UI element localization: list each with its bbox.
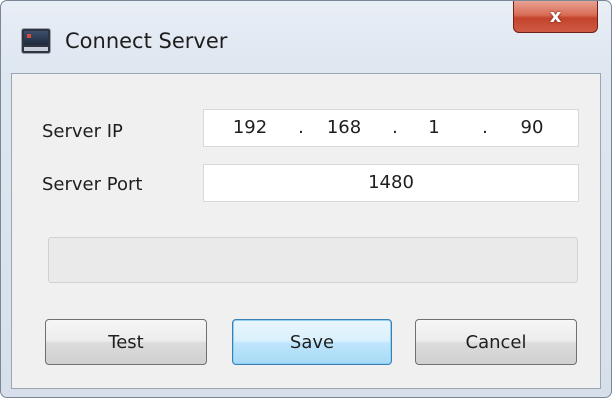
ip-octet-1[interactable]: 192	[224, 110, 276, 146]
ip-separator: .	[482, 117, 488, 138]
save-button[interactable]: Save	[232, 319, 392, 365]
cancel-button[interactable]: Cancel	[415, 319, 577, 365]
ip-octet-2[interactable]: 168	[318, 110, 370, 146]
ip-separator: .	[392, 117, 398, 138]
monitor-app-icon	[22, 29, 50, 53]
test-button[interactable]: Test	[45, 319, 207, 365]
server-ip-input[interactable]: 192 . 168 . 1 . 90	[203, 109, 579, 147]
connect-server-dialog: Connect Server x Server IP 192 . 168 . 1…	[0, 0, 612, 398]
ip-octet-4[interactable]: 90	[510, 110, 554, 146]
status-display	[48, 237, 578, 283]
server-port-input[interactable]: 1480	[203, 164, 579, 202]
close-button[interactable]: x	[513, 1, 598, 33]
close-icon: x	[549, 5, 562, 27]
dialog-body: Server IP 192 . 168 . 1 . 90 Server Port…	[11, 73, 601, 389]
server-ip-label: Server IP	[42, 121, 123, 142]
server-port-label: Server Port	[42, 174, 143, 195]
app-icon-stand	[24, 47, 48, 51]
window-title: Connect Server	[65, 29, 228, 53]
app-icon-dot	[27, 34, 31, 38]
title-bar[interactable]: Connect Server x	[1, 1, 611, 71]
ip-separator: .	[298, 117, 304, 138]
ip-octet-3[interactable]: 1	[414, 110, 454, 146]
